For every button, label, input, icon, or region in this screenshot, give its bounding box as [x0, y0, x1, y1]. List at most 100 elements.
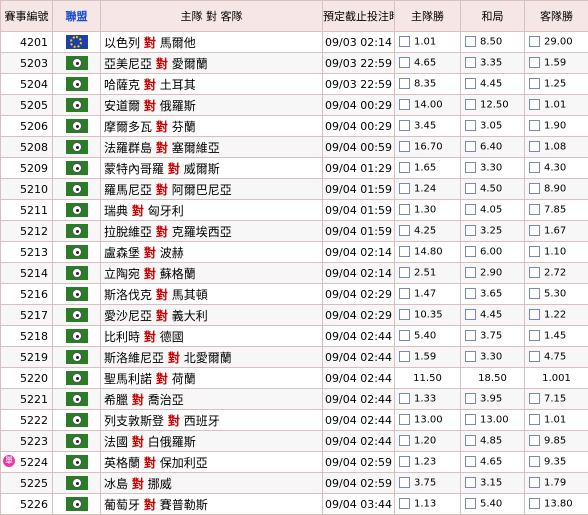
- draw-checkbox[interactable]: [465, 183, 476, 195]
- home-win-checkbox[interactable]: [399, 78, 410, 90]
- away-win-odds-cell: 29.00: [524, 31, 588, 53]
- draw-odds: 8.50: [480, 36, 503, 48]
- away-win-checkbox[interactable]: [529, 183, 540, 195]
- draw-checkbox[interactable]: [465, 414, 476, 426]
- home-win-checkbox[interactable]: [399, 99, 410, 111]
- soccer-ball-icon: [65, 119, 88, 133]
- away-win-checkbox[interactable]: [529, 57, 540, 69]
- match-cell: 蒙特內哥羅 對 威爾斯: [100, 157, 323, 179]
- draw-odds: 3.30: [480, 351, 503, 363]
- away-win-checkbox[interactable]: [529, 162, 540, 174]
- home-win-checkbox[interactable]: [399, 288, 410, 300]
- draw-odds: 3.65: [480, 288, 503, 300]
- draw-checkbox[interactable]: [465, 99, 476, 111]
- away-win-checkbox[interactable]: [529, 456, 540, 468]
- home-win-checkbox[interactable]: [399, 225, 410, 237]
- away-win-checkbox[interactable]: [529, 267, 540, 279]
- home-win-checkbox[interactable]: [399, 36, 410, 48]
- draw-checkbox[interactable]: [465, 225, 476, 237]
- away-win-odds: 1.01: [544, 414, 567, 426]
- away-team: 北愛爾蘭: [183, 350, 232, 365]
- home-win-odds-cell: 1.47: [394, 283, 461, 305]
- draw-checkbox[interactable]: [465, 456, 476, 468]
- draw-checkbox[interactable]: [465, 120, 476, 132]
- home-win-odds-cell: 4.65: [394, 52, 461, 74]
- home-win-odds: 1.24: [414, 183, 437, 195]
- home-win-checkbox[interactable]: [399, 162, 410, 174]
- away-win-checkbox[interactable]: [529, 330, 540, 342]
- home-win-checkbox[interactable]: [399, 456, 410, 468]
- home-win-checkbox[interactable]: [399, 435, 410, 447]
- home-win-checkbox[interactable]: [399, 120, 410, 132]
- home-win-odds: 2.51: [414, 267, 437, 279]
- home-win-checkbox[interactable]: [399, 477, 410, 489]
- draw-checkbox[interactable]: [465, 267, 476, 279]
- draw-checkbox[interactable]: [465, 204, 476, 216]
- away-win-checkbox[interactable]: [529, 288, 540, 300]
- draw-checkbox[interactable]: [465, 246, 476, 258]
- away-win-checkbox[interactable]: [529, 36, 540, 48]
- draw-checkbox[interactable]: [465, 162, 476, 174]
- away-win-checkbox[interactable]: [529, 246, 540, 258]
- draw-checkbox[interactable]: [465, 330, 476, 342]
- home-team: 法國: [104, 434, 129, 449]
- away-win-checkbox[interactable]: [529, 477, 540, 489]
- draw-checkbox[interactable]: [465, 78, 476, 90]
- home-win-checkbox[interactable]: [399, 267, 410, 279]
- home-win-checkbox[interactable]: [399, 141, 410, 153]
- away-win-checkbox[interactable]: [529, 120, 540, 132]
- away-win-checkbox[interactable]: [529, 141, 540, 153]
- draw-odds: 3.15: [480, 477, 503, 489]
- soccer-ball-icon: [65, 413, 88, 427]
- home-win-odds-cell: 1.13: [394, 493, 461, 515]
- home-team: 法羅群島: [104, 140, 153, 155]
- away-win-odds: 1.59: [544, 57, 567, 69]
- match-id-cell: 5211: [0, 199, 53, 221]
- away-win-checkbox[interactable]: [529, 351, 540, 363]
- draw-odds: 13.00: [480, 414, 509, 426]
- home-win-checkbox[interactable]: [399, 351, 410, 363]
- match-id: 5206: [20, 119, 48, 133]
- home-win-odds-cell: 1.65: [394, 157, 461, 179]
- draw-checkbox[interactable]: [465, 36, 476, 48]
- home-win-checkbox[interactable]: [399, 204, 410, 216]
- away-team: 荷蘭: [171, 371, 196, 386]
- away-win-checkbox[interactable]: [529, 99, 540, 111]
- home-team: 瑞典: [104, 203, 129, 218]
- away-win-checkbox[interactable]: [529, 225, 540, 237]
- draw-odds-cell: 3.75: [460, 325, 525, 347]
- away-win-checkbox[interactable]: [529, 78, 540, 90]
- vs-label: 對: [143, 455, 156, 470]
- away-win-checkbox[interactable]: [529, 435, 540, 447]
- draw-checkbox[interactable]: [465, 57, 476, 69]
- match-cell: 羅馬尼亞 對 阿爾巴尼亞: [100, 178, 323, 200]
- away-win-checkbox[interactable]: [529, 414, 540, 426]
- home-win-checkbox[interactable]: [399, 246, 410, 258]
- table-row: 5218 比利時 對 德國 09/04 02:44 5.40 3.75 1.45: [0, 325, 588, 347]
- home-win-odds: 1.59: [414, 351, 437, 363]
- draw-checkbox[interactable]: [465, 477, 476, 489]
- league-cell: [52, 94, 101, 116]
- away-win-checkbox[interactable]: [529, 498, 540, 510]
- away-win-checkbox[interactable]: [529, 309, 540, 321]
- draw-checkbox[interactable]: [465, 393, 476, 405]
- draw-checkbox[interactable]: [465, 309, 476, 321]
- away-team: 義大利: [171, 308, 208, 323]
- draw-checkbox[interactable]: [465, 141, 476, 153]
- draw-odds-cell: 8.50: [460, 31, 525, 53]
- home-win-checkbox[interactable]: [399, 330, 410, 342]
- header-away-win: 客隊勝: [524, 0, 588, 32]
- draw-checkbox[interactable]: [465, 498, 476, 510]
- draw-checkbox[interactable]: [465, 435, 476, 447]
- home-win-checkbox[interactable]: [399, 309, 410, 321]
- away-win-checkbox[interactable]: [529, 393, 540, 405]
- home-win-checkbox[interactable]: [399, 498, 410, 510]
- away-win-odds-cell: 9.35: [524, 451, 588, 473]
- draw-checkbox[interactable]: [465, 288, 476, 300]
- home-win-checkbox[interactable]: [399, 414, 410, 426]
- home-win-checkbox[interactable]: [399, 183, 410, 195]
- away-win-checkbox[interactable]: [529, 204, 540, 216]
- home-win-checkbox[interactable]: [399, 393, 410, 405]
- draw-checkbox[interactable]: [465, 351, 476, 363]
- home-win-checkbox[interactable]: [399, 57, 410, 69]
